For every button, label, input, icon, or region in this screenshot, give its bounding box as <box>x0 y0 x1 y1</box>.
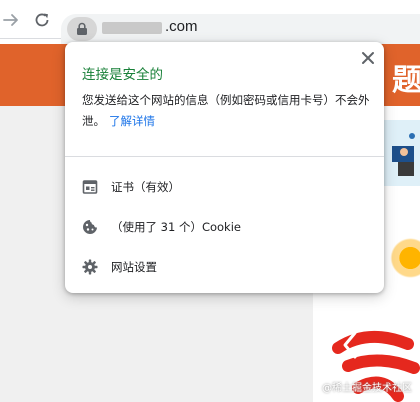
watermark-text: @稀土掘金技术社区 <box>322 383 412 394</box>
url-redacted <box>102 22 162 34</box>
cookie-icon <box>83 220 97 234</box>
gear-icon <box>82 259 98 275</box>
connection-status-title: 连接是安全的 <box>82 67 163 83</box>
site-security-popup: 连接是安全的 您发送给这个网站的信息（例如密码或信用卡号）不会外泄。 了解详情 证… <box>65 42 384 293</box>
arrow-right-icon[interactable] <box>2 11 20 29</box>
lock-icon <box>77 22 87 35</box>
certificate-icon <box>82 180 98 194</box>
decorative-glyph <box>390 228 420 288</box>
cookie-label: （使用了 31 个）Cookie <box>111 220 241 234</box>
chevron-left-icon[interactable] <box>340 330 360 360</box>
banner-text: 题 <box>392 63 420 98</box>
site-settings-item[interactable]: 网站设置 <box>65 248 384 286</box>
illustration-image <box>392 133 415 176</box>
certificate-item[interactable]: 证书（有效） <box>65 168 384 206</box>
security-description: 您发送给这个网站的信息（例如密码或信用卡号）不会外泄。 了解详情 <box>82 90 374 132</box>
popup-divider <box>65 156 384 157</box>
reload-icon[interactable] <box>33 11 51 29</box>
side-illustration <box>384 120 420 186</box>
close-icon[interactable] <box>361 51 375 65</box>
learn-more-link[interactable]: 了解详情 <box>109 114 155 128</box>
site-info-button[interactable] <box>67 17 97 41</box>
site-settings-label: 网站设置 <box>111 260 157 274</box>
url-domain-suffix: .com <box>165 18 198 35</box>
cookie-item[interactable]: （使用了 31 个）Cookie <box>65 208 384 246</box>
certificate-label: 证书（有效） <box>111 180 180 194</box>
